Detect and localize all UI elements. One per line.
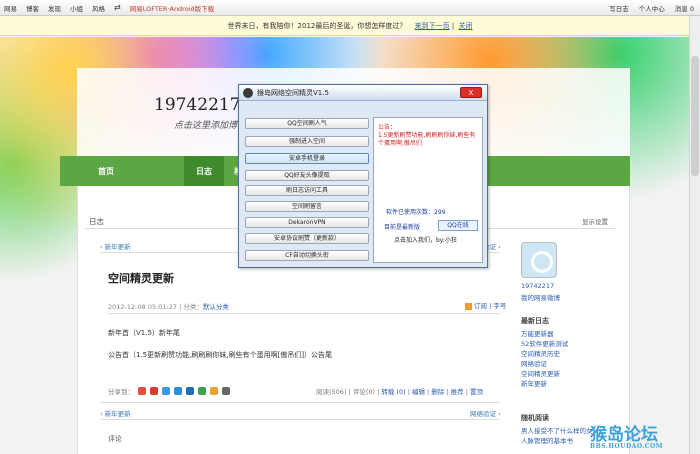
cf-title-button[interactable]: CF自动切换头衔 [245, 250, 369, 261]
nav-item-posts[interactable]: 日志 [196, 166, 212, 177]
version-status: 目前是最新版 [384, 224, 421, 231]
sidebar-latest-item[interactable]: 空间精灵历史 [521, 349, 568, 359]
repost-link[interactable]: 转载 (0) [381, 388, 405, 396]
divider [100, 402, 500, 403]
android-like-button[interactable]: 安卓协议刷赞（更新款） [245, 233, 369, 244]
share-more-icon[interactable] [222, 387, 230, 395]
pin-link[interactable]: 置顶 [470, 388, 483, 396]
vpn-button[interactable]: DekaronVPN [245, 217, 369, 228]
topbar-item-style[interactable]: 风格 [92, 3, 105, 13]
subscribe-label: 订阅 | 字号 [474, 302, 507, 310]
divider [100, 419, 500, 420]
usage-count: 软件已使用次数：299 [386, 209, 446, 216]
post-title: 空间精灵更新 [108, 272, 174, 285]
watermark-sub: BBS.HOUDAO.COM [590, 443, 663, 450]
browser-toolbar: 网易 博客 发现 小组 风格 ⇄ 网易LOFTER·Android版下载 写日志… [0, 0, 700, 16]
topbar-item-group[interactable]: 小组 [70, 3, 83, 13]
post-category-link[interactable]: 默认分类 [203, 303, 229, 311]
comment-count[interactable]: 评论(0) [353, 388, 375, 396]
sidebar-latest-list: 万能更新器 52软件更新测试 空间精灵历史 网络验证 空间精灵更新 新年更新 [521, 329, 568, 389]
subscribe-link[interactable]: 订阅 | 字号 [465, 300, 506, 310]
sidebar-weibo-link[interactable]: 我的网易微博 [521, 292, 560, 302]
scrollbar-thumb[interactable] [691, 56, 699, 176]
watermark: 猴岛论坛 BBS.HOUDAO.COM [590, 420, 686, 454]
force-enter-button[interactable]: 强制进入空间 [245, 136, 369, 147]
blog-subtitle[interactable]: 点击这里添加博 [174, 118, 237, 131]
post-date: 2012-12-08 05:01:27 | 分类： [108, 303, 203, 311]
notice-close-link[interactable]: 关闭 [458, 22, 472, 30]
rss-icon [465, 302, 472, 310]
share-netease-icon[interactable] [138, 387, 146, 395]
sidebar-latest-item[interactable]: 网络验证 [521, 359, 568, 369]
avatar[interactable] [521, 242, 557, 278]
share-weibo-icon[interactable] [150, 387, 158, 395]
delete-link[interactable]: 删除 [431, 388, 444, 396]
blog-visit-tool-button[interactable]: 刷日志访问工具 [245, 185, 369, 196]
share-renren-icon[interactable] [186, 387, 194, 395]
sidebar-random-title: 随机阅读 [521, 414, 549, 422]
app-icon [243, 88, 253, 98]
notice-text: 世界末日，有我陪你！2012最后的圣诞，你想怎样度过？ [227, 22, 407, 30]
spirit-dialog: 猴岛网络空间精灵V1.5 X QQ空间刷人气 强制进入空间 安卓手机登录 QQ好… [238, 84, 488, 268]
sidebar-latest-item[interactable]: 万能更新器 [521, 329, 568, 339]
page-scrollbar[interactable] [689, 16, 700, 454]
post-meta: 2012-12-08 05:01:27 | 分类：默认分类 [108, 301, 229, 311]
edit-link[interactable]: 编辑 [412, 388, 425, 396]
info-panel: 公告： 1.5更新刷赞功能,刷刷刷你妹,刷些有个蛋用啊,傲吊们 软件已使用次数：… [373, 117, 483, 263]
divider [108, 313, 500, 314]
share-douban-icon[interactable] [198, 387, 206, 395]
post-body-line2: 公告首（1.5更新刷赞功能,刷刷刷你妹,刷些有个蛋用啊[傲吊们]）公告尾 [108, 351, 333, 359]
sidebar-random-item[interactable]: 男人接受不了什么样的女... [521, 426, 599, 436]
post-actions: 阅读(506) | 评论(0) | 转载 (0) | 编辑 | 删除 | 推荐 … [316, 388, 483, 396]
share-kaixin-icon[interactable] [210, 387, 218, 395]
shuffle-icon[interactable]: ⇄ [114, 3, 121, 12]
qzone-visitors-button[interactable]: QQ空间刷人气 [245, 118, 369, 129]
dialog-titlebar[interactable]: 猴岛网络空间精灵V1.5 X [239, 85, 487, 101]
next-post-link-bottom[interactable]: 网络验证 › [470, 408, 501, 418]
share-label: 分享到： [108, 388, 134, 396]
topbar-item-netease[interactable]: 网易 [4, 3, 17, 13]
blog-title: 197422170 [154, 95, 252, 115]
sidebar-random-item[interactable]: 人脉管理的基本书 [521, 436, 599, 446]
guestbook-button[interactable]: 空间刷留言 [245, 201, 369, 212]
share-tencent-icon[interactable] [174, 387, 182, 395]
topbar-item-discover[interactable]: 发现 [48, 3, 61, 13]
prev-post-link[interactable]: ‹ 新年更新 [100, 241, 131, 251]
sidebar-latest-title: 最新日志 [521, 317, 549, 325]
avatar-extract-button[interactable]: QQ好友头像提取 [245, 170, 369, 181]
recommend-link[interactable]: 推荐 [451, 388, 464, 396]
sidebar-random-list: 男人接受不了什么样的女... 人脉管理的基本书 [521, 426, 599, 446]
close-button[interactable]: X [460, 87, 482, 98]
sidebar-latest-item[interactable]: 空间精灵更新 [521, 369, 568, 379]
sidebar-latest-item[interactable]: 新年更新 [521, 379, 568, 389]
user-center-link[interactable]: 个人中心 [639, 3, 665, 13]
post-body-line1: 新年首（V1.5）新年尾 [108, 329, 180, 337]
watermark-main: 猴岛论坛 [590, 425, 658, 445]
section-title: 日志 [89, 217, 104, 226]
sidebar-username[interactable]: 19742217 [521, 282, 554, 290]
display-settings-link[interactable]: 显示设置 [582, 216, 608, 226]
topbar-item-blog[interactable]: 博客 [26, 3, 39, 13]
android-login-button[interactable]: 安卓手机登录 [245, 153, 369, 164]
lofter-promo-link[interactable]: 网易LOFTER·Android版下载 [130, 3, 214, 13]
join-us-link[interactable]: 点击加入我们，by:小狂 [394, 235, 457, 244]
qq-online-button[interactable]: QQ在线 [438, 220, 478, 231]
write-post-link[interactable]: 写日志 [609, 3, 629, 13]
notice-next-link[interactable]: 来到下一页 [415, 22, 450, 30]
comment-section-title: 评论 [108, 435, 122, 443]
read-count: 阅读(506) [316, 388, 347, 396]
share-qzone-icon[interactable] [162, 387, 170, 395]
nav-item-home[interactable]: 首页 [98, 166, 114, 177]
notice-banner: 世界末日，有我陪你！2012最后的圣诞，你想怎样度过？ 来到下一页 | 关闭 [0, 16, 700, 36]
prev-post-link-bottom[interactable]: ‹ 新年更新 [100, 408, 131, 418]
sidebar-latest-item[interactable]: 52软件更新测试 [521, 339, 568, 349]
dialog-title: 猴岛网络空间精灵V1.5 [257, 89, 329, 97]
share-bar: 分享到： [108, 386, 230, 396]
messages-link[interactable]: 消息 0 [675, 3, 694, 13]
announcement-text: 公告： 1.5更新刷赞功能,刷刷刷你妹,刷些有个蛋用啊,傲吊们 [378, 124, 476, 147]
